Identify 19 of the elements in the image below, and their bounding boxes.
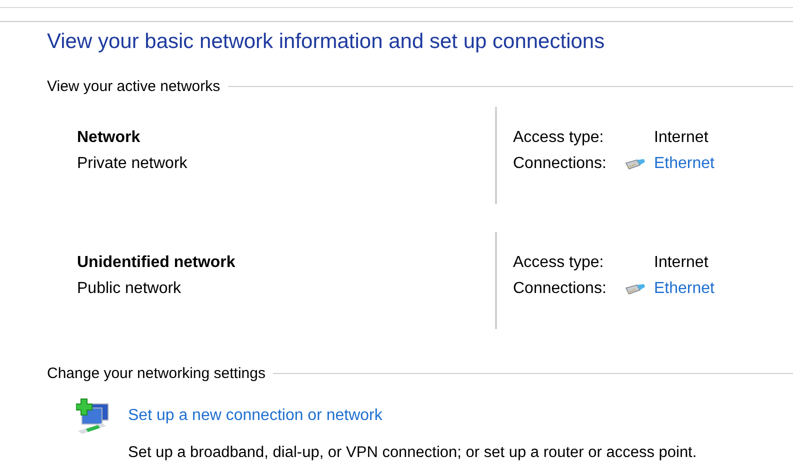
access-type-value: Internet	[654, 129, 708, 147]
ethernet-icon	[625, 282, 646, 296]
task-link[interactable]: Set up a new connection or network	[128, 407, 793, 425]
page-title: View your basic network information and set up connections	[47, 30, 606, 54]
section-heading: Change your networking settings	[47, 365, 266, 382]
network-name: Network	[77, 129, 142, 147]
network-name: Unidentified network	[77, 254, 236, 272]
connection-link[interactable]: Ethernet	[654, 155, 714, 173]
connection-link[interactable]: Ethernet	[654, 280, 714, 298]
access-type-label: Access type:	[513, 129, 604, 147]
connections-label: Connections:	[513, 155, 606, 173]
access-type-value: Internet	[654, 254, 708, 272]
ethernet-icon	[625, 158, 646, 170]
access-type-label: Access type:	[513, 254, 604, 272]
connections-label: Connections:	[513, 280, 606, 298]
section-heading: View your active networks	[47, 78, 220, 95]
network-category: Public network	[77, 280, 182, 298]
network-category: Private network	[77, 155, 188, 173]
task-description: Set up a broadband, dial-up, or VPN connection; or set up a router or access point.	[128, 444, 698, 462]
